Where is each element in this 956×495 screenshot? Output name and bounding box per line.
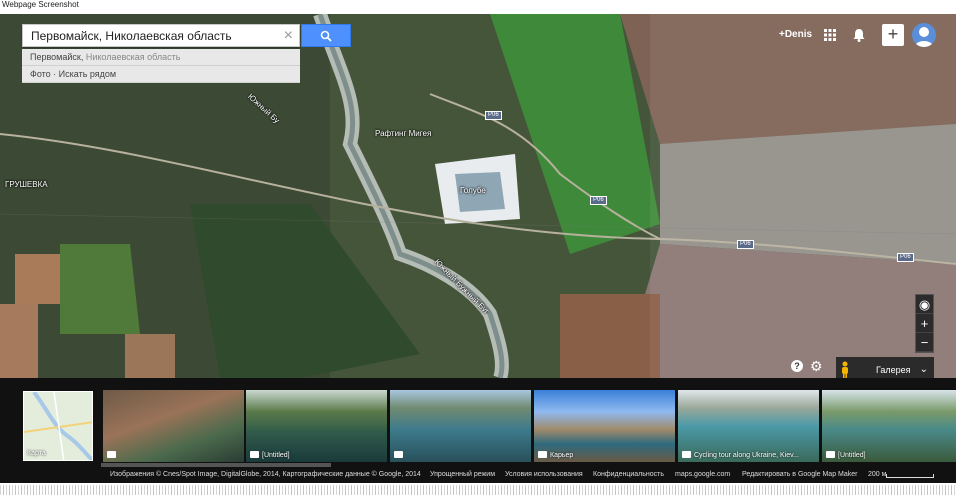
search-icon [320, 30, 332, 42]
mapmaker-link[interactable]: Редактировать в Google Map Maker [742, 471, 858, 478]
road-shield: Р06 [590, 196, 607, 205]
suggestion-main: Первомайск, [30, 52, 84, 62]
road-shield: Р06 [897, 253, 914, 262]
footer: Изображения © Cnes/Spot Image, DigitalGl… [0, 467, 956, 483]
gallery-label: Галерея [876, 365, 911, 375]
map-label-lake: Голубе [460, 186, 486, 195]
camera-icon [250, 451, 259, 458]
terms-link[interactable]: Условия использования [505, 471, 583, 478]
search-button[interactable] [301, 24, 351, 47]
thumbnail-label [107, 451, 119, 459]
road-shield: Р06 [485, 111, 502, 120]
scale-label: 200 м [868, 471, 887, 478]
zoom-out-button[interactable]: − [916, 333, 933, 352]
camera-icon [826, 451, 835, 458]
photo-thumbnail[interactable]: [Untitled] [246, 390, 387, 462]
thumbnail-title: Cycling tour along Ukraine, Kiev... [694, 452, 799, 459]
thumbnail-label: Карьер [538, 451, 573, 459]
attribution: Изображения © Cnes/Spot Image, DigitalGl… [110, 471, 421, 478]
person-icon [915, 27, 933, 47]
camera-icon [107, 451, 116, 458]
clear-icon[interactable]: × [284, 25, 293, 47]
road-shield: Р06 [737, 240, 754, 249]
bell-icon[interactable] [851, 27, 867, 43]
photo-thumbnail[interactable] [103, 390, 244, 462]
privacy-link[interactable]: Конфиденциальность [593, 471, 664, 478]
scale-bar [886, 474, 934, 478]
avatar[interactable] [912, 23, 936, 47]
decorative-noise [0, 485, 956, 495]
lite-mode-link[interactable]: Упрощенный режим [430, 471, 495, 478]
thumbnail-title: Карьер [550, 452, 574, 459]
pegman-figure-icon [842, 361, 848, 378]
photo-thumbnail[interactable]: Cycling tour along Ukraine, Kiev... [678, 390, 819, 462]
satellite-map[interactable]: Первомайск, Николаевская область × Перво… [0, 14, 956, 378]
search-value: Первомайск, Николаевская область [31, 29, 232, 43]
user-name[interactable]: +Denis [779, 29, 812, 40]
photo-thumbnail[interactable] [390, 390, 531, 462]
map-label-place[interactable]: Рафтинг Мигея [375, 129, 431, 138]
zoom-in-button[interactable]: + [916, 314, 933, 333]
suggestion-rest: Николаевская область [83, 52, 181, 62]
photo-thumbnail[interactable]: [Untitled] [822, 390, 956, 462]
my-location-button[interactable]: ◉ [916, 295, 933, 314]
map-label-village: ГРУШЕВКА [5, 180, 48, 189]
zoom-control: ◉ + − [915, 294, 934, 353]
search-input[interactable]: Первомайск, Николаевская область × [22, 24, 300, 47]
camera-icon [538, 451, 547, 458]
mini-map-label: Карта [27, 450, 46, 457]
suggestion-item[interactable]: Первомайск, Николаевская область [22, 49, 300, 66]
share-plus-button[interactable]: + [882, 24, 904, 46]
search-nearby-item[interactable]: Фото · Искать рядом [22, 66, 300, 83]
thumbnail-title: [Untitled] [838, 452, 866, 459]
gallery-button[interactable]: Галерея ⌄ [854, 357, 934, 378]
camera-icon [682, 451, 691, 458]
thumbnail-label: [Untitled] [826, 451, 866, 459]
help-icon[interactable]: ? [791, 360, 803, 372]
pegman-icon[interactable] [836, 357, 854, 378]
camera-icon [394, 451, 403, 458]
thumbnail-title: [Untitled] [262, 452, 290, 459]
domain-link[interactable]: maps.google.com [675, 471, 730, 478]
mini-map[interactable]: Карта [23, 391, 93, 461]
thumbnail-label: [Untitled] [250, 451, 290, 459]
thumbnail-label [394, 451, 406, 459]
page-caption: Webpage Screenshot [2, 0, 79, 9]
gear-icon[interactable]: ⚙ [810, 359, 823, 373]
photo-thumbnail[interactable]: Карьер [534, 390, 675, 462]
thumbnail-label: Cycling tour along Ukraine, Kiev... [682, 451, 799, 459]
chevron-down-icon: ⌄ [919, 364, 928, 375]
apps-grid-icon[interactable] [823, 28, 837, 42]
